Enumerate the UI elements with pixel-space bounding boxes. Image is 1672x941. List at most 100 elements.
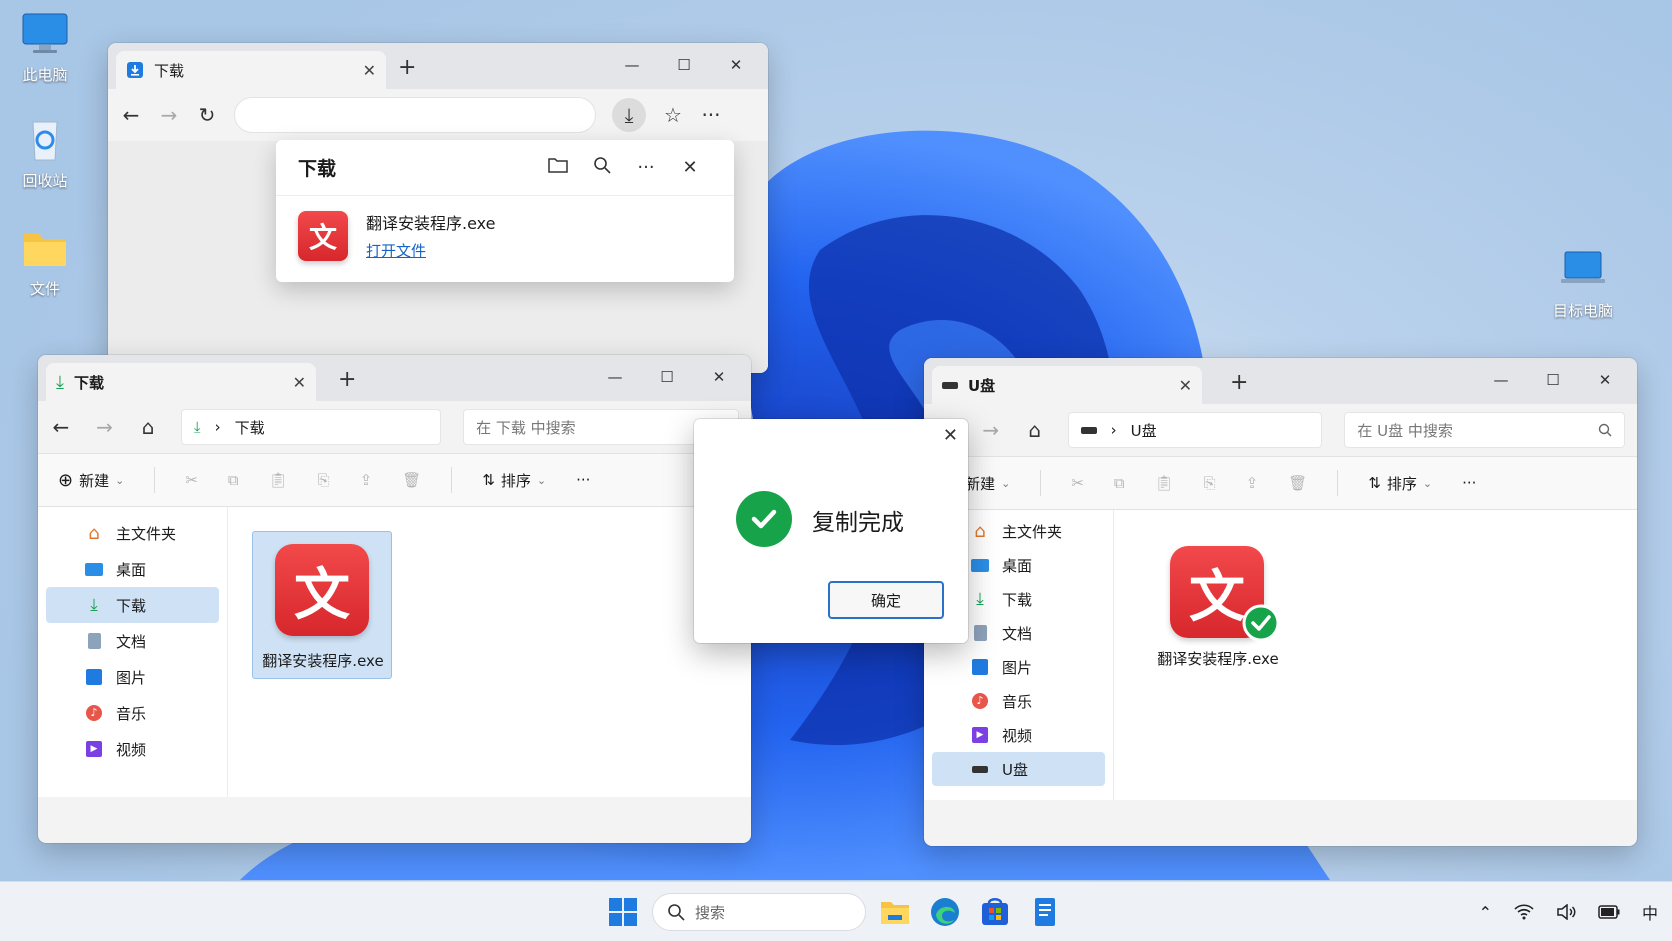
new-label: 新建 [79, 471, 110, 490]
chevron-up-icon[interactable]: ⌃ [1479, 903, 1492, 922]
close-icon[interactable]: ✕ [1579, 364, 1631, 396]
file-explorer-icon[interactable] [878, 895, 912, 929]
wifi-icon[interactable] [1514, 904, 1534, 920]
explorer-tab[interactable]: ⤓ 下载 ✕ [46, 363, 316, 401]
paste-icon[interactable]: 📋︎ [1155, 474, 1174, 492]
open-folder-icon[interactable] [536, 156, 580, 179]
start-icon[interactable] [606, 895, 640, 929]
more-icon[interactable]: ··· [576, 471, 590, 489]
volume-icon[interactable] [1556, 904, 1576, 920]
explorer-tab[interactable]: U盘 ✕ [932, 366, 1202, 404]
sidebar-item-usb[interactable]: U盘 [932, 752, 1105, 786]
home-icon: ⌂ [88, 522, 100, 544]
sidebar-item-desktop[interactable]: 桌面 [46, 551, 219, 587]
forward-icon[interactable]: → [980, 418, 1002, 442]
search-icon[interactable] [580, 156, 624, 179]
explorer-navbar: ← → ⌂ › U盘 在 U盘 中搜索 [924, 404, 1637, 456]
divider [1337, 470, 1339, 496]
ime-indicator[interactable]: 中 [1642, 900, 1658, 924]
new-tab-icon[interactable]: + [398, 55, 416, 80]
back-icon[interactable]: ← [50, 415, 72, 439]
share-icon[interactable]: ⇪ [360, 471, 373, 489]
share-icon[interactable]: ⇪ [1246, 474, 1259, 492]
favorite-star-icon[interactable]: ☆ [662, 103, 684, 127]
open-file-link[interactable]: 打开文件 [366, 240, 495, 261]
sidebar-item-downloads[interactable]: ⤓ 下载 [46, 587, 219, 623]
rename-icon[interactable]: ⎘ [1204, 474, 1216, 492]
back-icon[interactable]: ← [120, 103, 142, 127]
more-icon[interactable]: ··· [700, 103, 722, 127]
video-icon: ▶ [84, 740, 104, 758]
refresh-icon[interactable]: ↻ [196, 103, 218, 127]
notepad-icon[interactable] [1028, 895, 1062, 929]
sort-button[interactable]: ⇅ 排序 ⌄ [482, 470, 546, 491]
tab-close-icon[interactable]: ✕ [1179, 376, 1192, 395]
file-item[interactable]: 文 翻译安装程序.exe [1148, 546, 1288, 676]
delete-icon[interactable]: 🗑︎ [402, 471, 421, 489]
ok-button[interactable]: 确定 [828, 581, 944, 619]
tab-close-icon[interactable]: ✕ [293, 373, 306, 392]
close-icon[interactable]: ✕ [668, 157, 712, 178]
home-icon[interactable]: ⌂ [1024, 418, 1046, 442]
cut-icon[interactable]: ✂ [1071, 474, 1084, 492]
sidebar-item-pictures[interactable]: 图片 [46, 659, 219, 695]
search-input[interactable]: 在 U盘 中搜索 [1344, 412, 1625, 448]
battery-icon[interactable] [1598, 905, 1620, 919]
new-tab-icon[interactable]: + [1230, 370, 1248, 395]
recycle-bin-icon [32, 121, 58, 161]
close-icon[interactable]: ✕ [943, 425, 958, 446]
forward-icon[interactable]: → [158, 103, 180, 127]
downloads-icon[interactable]: ⤓ [612, 98, 646, 132]
minimize-icon[interactable]: — [1475, 364, 1527, 396]
home-icon[interactable]: ⌂ [137, 415, 159, 439]
sidebar-item-videos[interactable]: ▶ 视频 [932, 718, 1105, 752]
sidebar-item-documents[interactable]: 文档 [46, 623, 219, 659]
new-tab-icon[interactable]: + [338, 367, 356, 392]
address-bar[interactable] [234, 97, 596, 133]
file-item-selected[interactable]: 文 翻译安装程序.exe [252, 531, 392, 679]
maximize-icon[interactable]: ☐ [1527, 364, 1579, 396]
sidebar-item-pictures[interactable]: 图片 [932, 650, 1105, 684]
sort-button[interactable]: ⇅ 排序 ⌄ [1368, 473, 1432, 494]
close-icon[interactable]: ✕ [710, 49, 762, 81]
home-icon: ⌂ [974, 520, 986, 542]
tab-close-icon[interactable]: ✕ [363, 61, 376, 80]
taskbar-search[interactable]: 搜索 [652, 893, 866, 931]
sidebar-item-home[interactable]: ⌂ 主文件夹 [46, 515, 219, 551]
cut-icon[interactable]: ✂ [185, 471, 198, 489]
desktop-icon-target-pc[interactable]: 目标电脑 [1538, 248, 1628, 321]
download-file-name: 翻译安装程序.exe [366, 214, 496, 233]
more-icon[interactable]: ··· [1462, 474, 1476, 492]
maximize-icon[interactable]: ☐ [658, 49, 710, 81]
sidebar-item-music[interactable]: ♪ 音乐 [932, 684, 1105, 718]
forward-icon[interactable]: → [94, 415, 116, 439]
copy-icon[interactable]: ⧉ [228, 471, 239, 489]
sort-label: 排序 [1386, 474, 1417, 493]
more-icon[interactable]: ··· [624, 157, 668, 178]
rename-icon[interactable]: ⎘ [318, 471, 330, 489]
new-button[interactable]: ⊕ 新建 ⌄ [58, 470, 124, 491]
edge-browser-icon[interactable] [928, 895, 962, 929]
breadcrumb[interactable]: ⤓ › 下载 [180, 409, 442, 445]
store-icon[interactable] [978, 895, 1012, 929]
breadcrumb[interactable]: › U盘 [1067, 412, 1323, 448]
close-icon[interactable]: ✕ [693, 361, 745, 393]
check-badge-icon [1242, 604, 1280, 642]
sidebar-item-videos[interactable]: ▶ 视频 [46, 731, 219, 767]
sidebar-item-label: 文档 [1002, 624, 1033, 643]
plus-circle-icon: ⊕ [58, 469, 74, 491]
desktop-icon-this-pc[interactable]: 此电脑 [0, 12, 90, 85]
delete-icon[interactable]: 🗑︎ [1288, 474, 1307, 492]
paste-icon[interactable]: 📋︎ [269, 471, 288, 489]
desktop-icon-folder[interactable]: 文件 [0, 226, 90, 299]
minimize-icon[interactable]: — [606, 49, 658, 81]
system-tray: ⌃ 中 [1479, 882, 1658, 941]
desktop-icon-recycle-bin[interactable]: 回收站 [0, 118, 90, 191]
maximize-icon[interactable]: ☐ [641, 361, 693, 393]
browser-tab[interactable]: 下载 ✕ [116, 51, 386, 89]
sidebar-item-music[interactable]: ♪ 音乐 [46, 695, 219, 731]
minimize-icon[interactable]: — [589, 361, 641, 393]
desktop-icon-label: 文件 [29, 280, 60, 298]
copy-icon[interactable]: ⧉ [1114, 474, 1125, 492]
success-check-icon [736, 491, 792, 547]
